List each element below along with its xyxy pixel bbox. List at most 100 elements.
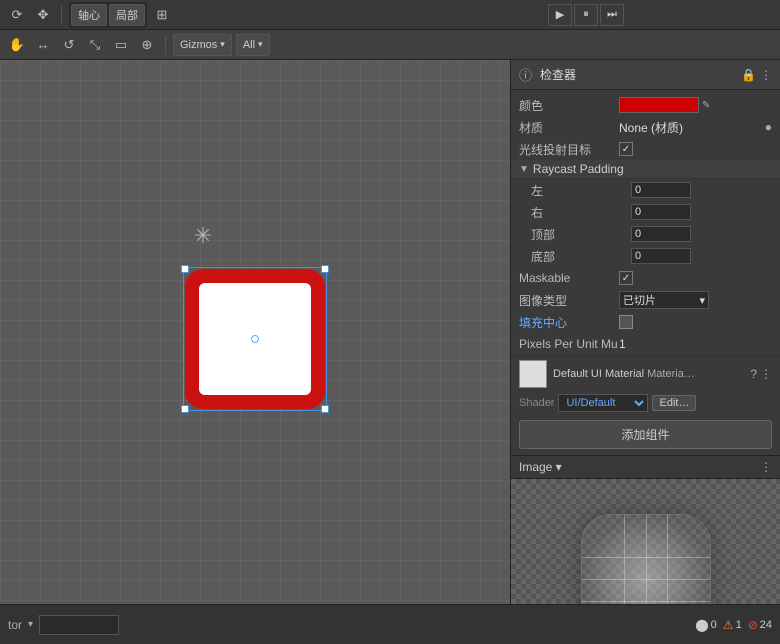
right-input[interactable] xyxy=(631,204,691,220)
right-label: 右 xyxy=(531,204,631,221)
image-section-header[interactable]: Image ▾ ⋮ xyxy=(511,456,780,479)
material-more-icon[interactable]: ⋮ xyxy=(760,367,772,381)
gizmos-label: Gizmos xyxy=(180,39,217,51)
menu-icon[interactable]: ⋮ xyxy=(760,68,772,82)
top-row: 顶部 xyxy=(511,223,780,245)
inspector-body: 颜色 ✎ 材质 None (材质) ● 光线投射目标 ✓ ▼ Raycast P… xyxy=(511,90,780,604)
second-toolbar: ✋ ↔ ↺ ⤡ ▭ ⊕ Gizmos ▾ All ▾ xyxy=(0,30,780,60)
fill-center-checkbox[interactable] xyxy=(619,315,633,329)
raycast-target-row: 光线投射目标 ✓ xyxy=(511,138,780,160)
move-icon[interactable]: ↔ xyxy=(32,34,54,56)
material-value: None (材质) xyxy=(619,119,765,136)
fill-center-label: 填充中心 xyxy=(519,314,619,331)
handle-top-right[interactable] xyxy=(321,265,329,273)
layers-label: All xyxy=(243,39,255,51)
refresh-icon[interactable]: ⟳ xyxy=(6,4,28,26)
material-row: 材质 None (材质) ● xyxy=(511,116,780,138)
grid-v2 xyxy=(646,515,647,604)
image-component[interactable] xyxy=(185,269,325,409)
material-name: Default UI Material Materia… xyxy=(553,368,744,380)
maskable-checkbox[interactable]: ✓ xyxy=(619,271,633,285)
material-dot-icon[interactable]: ● xyxy=(765,120,772,134)
top-label: 顶部 xyxy=(531,226,631,243)
image-type-label: 图像类型 xyxy=(519,292,619,309)
material-info: Default UI Material Materia… xyxy=(553,368,744,380)
grid-icon[interactable]: ⊞ xyxy=(151,4,173,26)
shader-dropdown[interactable]: UI/Default xyxy=(558,394,648,412)
color-row: 颜色 ✎ xyxy=(511,94,780,116)
image-section-more-icon[interactable]: ⋮ xyxy=(760,460,772,474)
inspector-header: ⓘ 检查器 🔒 ⋮ xyxy=(511,60,780,90)
canvas-area[interactable]: ✳ xyxy=(0,60,510,604)
layers-arrow: ▾ xyxy=(258,39,263,50)
image-type-arrow: ▾ xyxy=(699,294,705,307)
raycast-target-label: 光线投射目标 xyxy=(519,141,619,158)
error-icon: ⊘ xyxy=(748,618,758,632)
sep2 xyxy=(165,36,166,54)
lock-icon[interactable]: 🔒 xyxy=(741,68,756,82)
main-area: ✳ ⓘ 检查器 🔒 ⋮ 颜色 xyxy=(0,60,780,604)
rotate-icon[interactable]: ↺ xyxy=(58,34,80,56)
maskable-row: Maskable ✓ xyxy=(511,267,780,289)
preview-image xyxy=(581,514,711,604)
fill-center-row: 填充中心 xyxy=(511,311,780,333)
handle-bottom-right[interactable] xyxy=(321,405,329,413)
raycast-padding-section[interactable]: ▼ Raycast Padding xyxy=(511,160,780,179)
step-button[interactable]: ⏭ xyxy=(600,4,624,26)
color-edit-icon[interactable]: ✎ xyxy=(702,100,710,111)
add-component-button[interactable]: 添加组件 xyxy=(519,420,772,449)
hand-icon[interactable]: ✋ xyxy=(6,34,28,56)
handle-bottom-left[interactable] xyxy=(181,405,189,413)
pivot-button[interactable]: 轴心 xyxy=(71,4,107,26)
raycast-checkbox[interactable]: ✓ xyxy=(619,142,633,156)
pixels-value: 1 xyxy=(619,337,772,351)
scale-icon[interactable]: ⤡ xyxy=(84,34,106,56)
shader-label: Shader xyxy=(519,397,554,409)
image-type-row: 图像类型 已切片 ▾ xyxy=(511,289,780,311)
top-input[interactable] xyxy=(631,226,691,242)
status-badge-1: ⬤ 0 xyxy=(695,618,717,632)
canvas-element[interactable] xyxy=(185,269,325,409)
local-button[interactable]: 局部 xyxy=(109,4,145,26)
top-toolbar: ⟳ ✥ 轴心 局部 ⊞ ▶ ⏸ ⏭ xyxy=(0,0,780,30)
center-dot xyxy=(251,335,259,343)
crosshair-icon: ✳ xyxy=(194,223,212,249)
right-row: 右 xyxy=(511,201,780,223)
multi-icon[interactable]: ⊕ xyxy=(136,34,158,56)
pivot-group: 轴心 局部 xyxy=(69,2,147,28)
play-button[interactable]: ▶ xyxy=(548,4,572,26)
rect-icon[interactable]: ▭ xyxy=(110,34,132,56)
right-panel: ⓘ 检查器 🔒 ⋮ 颜色 ✎ 材质 None (材质) ● 光线投射目标 xyxy=(510,60,780,604)
color-label: 颜色 xyxy=(519,97,619,114)
tools-icon[interactable]: ✥ xyxy=(32,4,54,26)
pivot-label: 轴心 xyxy=(78,7,100,23)
raycast-padding-label: Raycast Padding xyxy=(533,162,624,176)
gizmos-dropdown[interactable]: Gizmos ▾ xyxy=(173,34,232,56)
status-badge-3: ⊘ 24 xyxy=(748,618,772,632)
shader-row: Shader UI/Default Edit… xyxy=(511,392,780,414)
layers-dropdown[interactable]: All ▾ xyxy=(236,34,270,56)
edit-button[interactable]: Edit… xyxy=(652,395,696,411)
search-input[interactable] xyxy=(39,615,119,635)
inspector-icons: 🔒 ⋮ xyxy=(741,68,772,82)
pause-button[interactable]: ⏸ xyxy=(574,4,598,26)
left-input[interactable] xyxy=(631,182,691,198)
bottom-label: tor xyxy=(8,618,22,632)
material-icons: ? ⋮ xyxy=(750,367,772,381)
bottom-arrow[interactable]: ▾ xyxy=(28,619,33,630)
pixels-row: Pixels Per Unit Mu 1 xyxy=(511,333,780,355)
bottom-label: 底部 xyxy=(531,248,631,265)
bottom-input[interactable] xyxy=(631,248,691,264)
grid-v1 xyxy=(624,515,625,604)
color-swatch[interactable] xyxy=(619,97,699,113)
status-count-3: 24 xyxy=(760,619,772,631)
image-type-dropdown[interactable]: 已切片 ▾ xyxy=(619,291,709,309)
handle-top-left[interactable] xyxy=(181,265,189,273)
gizmos-arrow: ▾ xyxy=(220,39,225,50)
material-thumbnail xyxy=(519,360,547,388)
left-row: 左 xyxy=(511,179,780,201)
status-icon-1: ⬤ xyxy=(695,618,708,632)
material-question-icon[interactable]: ? xyxy=(750,367,757,381)
raycast-toggle-arrow: ▼ xyxy=(519,164,529,175)
warning-icon: ⚠ xyxy=(723,618,734,632)
